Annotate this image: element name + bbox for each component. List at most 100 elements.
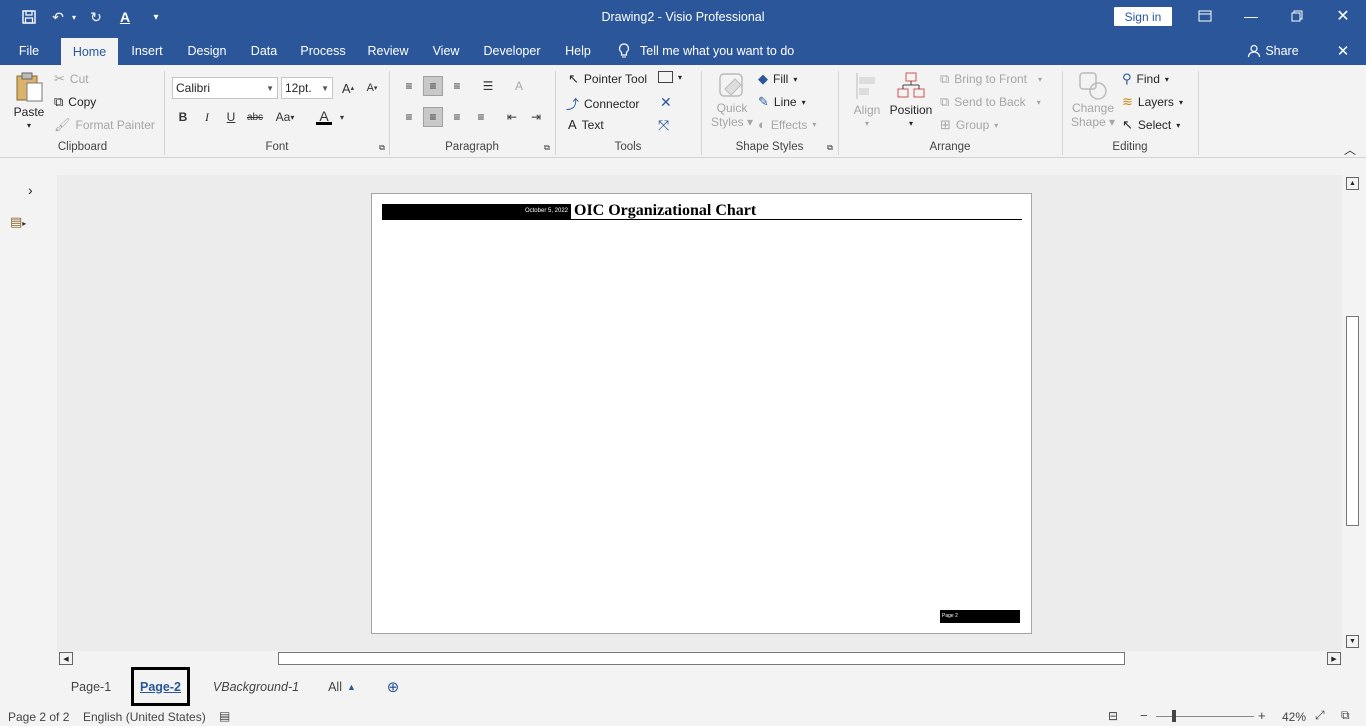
- bullets-icon[interactable]: ☰: [478, 76, 498, 96]
- share-person-icon[interactable]: [1244, 36, 1264, 65]
- undo-icon[interactable]: ↶: [48, 6, 68, 28]
- effects-button[interactable]: ◐ Effects ▾: [758, 117, 816, 132]
- zoom-slider-thumb[interactable]: [1172, 710, 1176, 722]
- restore-icon[interactable]: [1274, 0, 1320, 32]
- underline-icon[interactable]: U: [221, 107, 241, 127]
- close-window-icon[interactable]: ✕: [1320, 0, 1366, 32]
- tab-design[interactable]: Design: [180, 36, 234, 65]
- align-center-icon[interactable]: ≡: [423, 107, 443, 127]
- chart-title[interactable]: OIC Organizational Chart: [574, 202, 756, 220]
- align-middle-icon[interactable]: ≡: [423, 76, 443, 96]
- connection-point-icon[interactable]: ⤧: [658, 117, 669, 134]
- align-top-icon[interactable]: ≡: [399, 76, 419, 96]
- presentation-mode-icon[interactable]: ⊟: [1108, 709, 1118, 723]
- shapes-stencil-icon[interactable]: ▤▸: [10, 214, 26, 230]
- position-button[interactable]: Position ▾: [888, 71, 934, 128]
- scroll-down-icon[interactable]: ▼: [1346, 635, 1359, 648]
- zoom-out-icon[interactable]: −: [1140, 708, 1148, 723]
- italic-icon[interactable]: I: [197, 107, 217, 127]
- tell-me-search[interactable]: Tell me what you want to do: [640, 36, 804, 65]
- all-pages-button[interactable]: All ▲: [322, 678, 362, 696]
- close-ribbon-icon[interactable]: ✕: [1332, 36, 1354, 65]
- line-button[interactable]: ✎ Line ▾: [758, 94, 806, 110]
- copy-button[interactable]: ⧉ Copy: [54, 94, 96, 110]
- collapse-ribbon-icon[interactable]: ︿: [1340, 139, 1360, 159]
- font-color-dropdown-icon[interactable]: ▾: [336, 107, 348, 127]
- share-button[interactable]: Share: [1264, 36, 1300, 65]
- tab-insert[interactable]: Insert: [124, 36, 170, 65]
- horizontal-scroll-thumb[interactable]: [278, 652, 1125, 665]
- increase-indent-icon[interactable]: ⇥: [526, 107, 546, 127]
- rectangle-shape-button[interactable]: ▾: [658, 71, 682, 83]
- tab-developer[interactable]: Developer: [478, 36, 546, 65]
- footer-page-bar[interactable]: Page 2: [940, 610, 1020, 623]
- change-shape-button[interactable]: Change Shape ▾: [1070, 71, 1116, 129]
- delete-connector-icon[interactable]: ✕: [660, 94, 672, 111]
- page-tab-page-1[interactable]: Page-1: [62, 678, 120, 696]
- connector-button[interactable]: ⤴ Connector: [566, 94, 639, 113]
- format-painter-button[interactable]: 🖌 Format Painter: [54, 117, 155, 133]
- tab-home[interactable]: Home: [61, 38, 118, 65]
- save-icon[interactable]: [18, 6, 40, 28]
- font-family-field[interactable]: Calibri ▼: [172, 77, 278, 99]
- tab-data[interactable]: Data: [244, 36, 284, 65]
- font-size-field[interactable]: 12pt. ▼: [281, 77, 333, 99]
- page-tab-page-2[interactable]: Page-2: [131, 667, 190, 706]
- tab-file[interactable]: File: [10, 36, 48, 65]
- switch-windows-icon[interactable]: ⧉: [1341, 708, 1350, 723]
- layers-button[interactable]: ≋ Layers ▾: [1122, 94, 1183, 110]
- redo-icon[interactable]: ↻: [86, 6, 106, 28]
- change-case-icon[interactable]: Aa ▾: [270, 107, 300, 127]
- send-to-back-button[interactable]: ⧉ Send to Back ▾: [940, 94, 1041, 110]
- find-button[interactable]: ⚲ Find ▾: [1122, 71, 1169, 87]
- page-number-status[interactable]: Page 2 of 2: [8, 710, 69, 724]
- scroll-up-icon[interactable]: ▲: [1346, 177, 1359, 190]
- decrease-font-size-icon[interactable]: A ▾: [362, 78, 382, 98]
- align-right-icon[interactable]: ≡: [447, 107, 467, 127]
- zoom-in-icon[interactable]: +: [1258, 708, 1266, 723]
- pointer-tool-button[interactable]: ↖ Pointer Tool: [568, 71, 647, 87]
- minimize-icon[interactable]: —: [1228, 0, 1274, 32]
- select-button[interactable]: ↖ Select ▾: [1122, 117, 1180, 133]
- tab-process[interactable]: Process: [296, 36, 350, 65]
- align-button[interactable]: Align ▾: [848, 71, 886, 128]
- bold-icon[interactable]: B: [173, 107, 193, 127]
- tab-help[interactable]: Help: [558, 36, 598, 65]
- page-tab-vbackground-1[interactable]: VBackground-1: [206, 678, 306, 696]
- drawing-page[interactable]: October 5, 2022 OIC Organizational Chart…: [371, 193, 1032, 634]
- cut-button[interactable]: ✂ Cut: [54, 71, 89, 87]
- tab-review[interactable]: Review: [362, 36, 414, 65]
- undo-dropdown-icon[interactable]: ▾: [68, 6, 80, 28]
- scroll-left-icon[interactable]: ◀: [59, 652, 73, 665]
- add-page-icon[interactable]: ⊕: [383, 678, 403, 696]
- bring-to-front-button[interactable]: ⧉ Bring to Front ▾: [940, 71, 1042, 87]
- font-color-quick-icon[interactable]: A: [114, 6, 136, 28]
- zoom-level[interactable]: 42%: [1282, 710, 1306, 724]
- align-bottom-icon[interactable]: ≡: [447, 76, 467, 96]
- fill-button[interactable]: ◆ Fill ▾: [758, 71, 797, 87]
- justify-icon[interactable]: ≡: [471, 107, 491, 127]
- paste-button[interactable]: Paste ▾: [10, 71, 48, 137]
- header-date-bar[interactable]: October 5, 2022: [382, 204, 571, 219]
- customize-quick-access-icon[interactable]: ▾: [148, 6, 164, 28]
- font-color-icon[interactable]: A: [314, 107, 334, 127]
- align-left-icon[interactable]: ≡: [399, 107, 419, 127]
- group-button[interactable]: ⊞ Group ▾: [940, 117, 998, 133]
- quick-styles-button[interactable]: Quick Styles ▾: [710, 71, 754, 129]
- vertical-scroll-thumb[interactable]: [1346, 316, 1359, 526]
- accessibility-icon[interactable]: ▤: [219, 709, 230, 723]
- strikethrough-icon[interactable]: abc: [245, 107, 265, 127]
- decrease-indent-icon[interactable]: ⇤: [502, 107, 522, 127]
- sign-in-button[interactable]: Sign in: [1114, 7, 1172, 26]
- vertical-scrollbar[interactable]: ▲ ▼: [1344, 176, 1361, 650]
- increase-font-size-icon[interactable]: A ▴: [338, 78, 358, 98]
- text-tool-button[interactable]: A Text: [568, 117, 604, 132]
- horizontal-scrollbar[interactable]: ◀ ▶: [57, 651, 1343, 668]
- text-direction-icon[interactable]: A: [509, 76, 529, 96]
- fit-page-icon[interactable]: ⤢: [1315, 708, 1325, 723]
- zoom-slider-track[interactable]: [1156, 716, 1254, 717]
- language-status[interactable]: English (United States): [83, 710, 206, 724]
- scroll-right-icon[interactable]: ▶: [1327, 652, 1341, 665]
- tab-view[interactable]: View: [426, 36, 466, 65]
- expand-panel-icon[interactable]: ›: [28, 182, 33, 198]
